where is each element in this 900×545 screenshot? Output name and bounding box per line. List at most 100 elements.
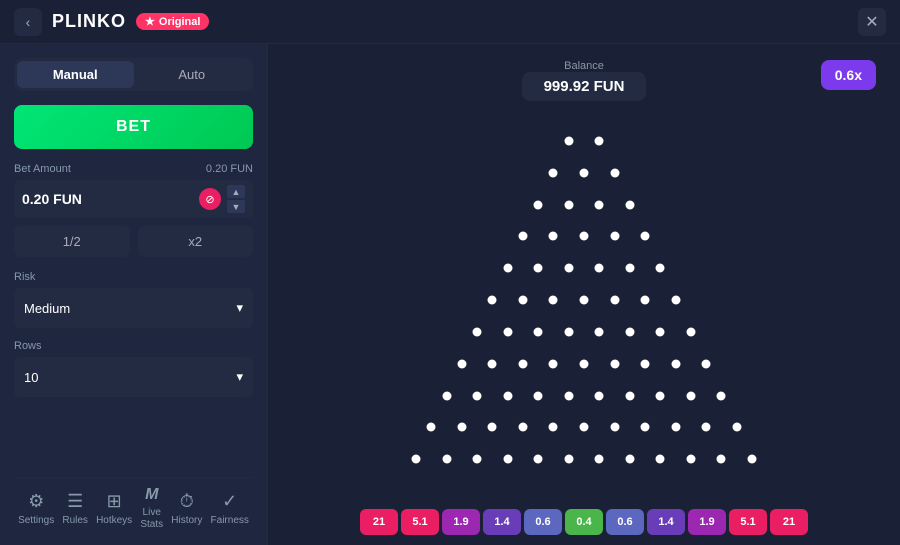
history-button[interactable]: ⏱ History	[171, 491, 202, 527]
settings-button[interactable]: ⚙ Settings	[18, 491, 54, 527]
peg	[503, 327, 512, 336]
peg	[518, 232, 527, 241]
bucket: 0.4	[565, 509, 603, 535]
peg	[702, 423, 711, 432]
live-stats-icon: M	[145, 486, 158, 504]
peg	[473, 455, 482, 464]
peg	[625, 391, 634, 400]
rows-label: Rows	[14, 340, 42, 352]
hotkeys-icon: ⊞	[107, 491, 122, 512]
peg	[412, 455, 421, 464]
bet-input-row: 0.20 FUN ⊘ ▲ ▼	[14, 180, 253, 218]
peg	[656, 391, 665, 400]
bet-button[interactable]: BET	[14, 105, 253, 149]
chevron-down-icon: ▾	[236, 300, 243, 316]
peg	[641, 232, 650, 241]
bucket: 0.6	[606, 509, 644, 535]
peg	[625, 264, 634, 273]
tab-auto[interactable]: Auto	[134, 61, 251, 88]
peg	[625, 455, 634, 464]
peg	[564, 327, 573, 336]
chevron-down-icon-rows: ▾	[236, 369, 243, 385]
history-label: History	[171, 515, 202, 527]
peg	[564, 136, 573, 145]
balance-label: Balance	[564, 60, 604, 72]
peg	[534, 391, 543, 400]
peg	[610, 232, 619, 241]
peg	[549, 168, 558, 177]
risk-select[interactable]: Medium ▾	[14, 288, 253, 328]
peg	[595, 136, 604, 145]
bet-input-value: 0.20 FUN	[22, 191, 199, 207]
double-button[interactable]: x2	[138, 226, 254, 257]
peg	[564, 391, 573, 400]
bottom-icons: ⚙ Settings ☰ Rules ⊞ Hotkeys M LiveStats…	[14, 477, 253, 531]
hotkeys-button[interactable]: ⊞ Hotkeys	[96, 491, 132, 527]
hotkeys-label: Hotkeys	[96, 515, 132, 527]
bet-amount-max: 0.20 FUN	[206, 163, 253, 175]
spin-buttons: ▲ ▼	[227, 184, 245, 214]
history-icon: ⏱	[180, 491, 194, 512]
peg	[580, 423, 589, 432]
peg	[595, 327, 604, 336]
peg	[610, 359, 619, 368]
bucket: 21	[360, 509, 398, 535]
bucket: 5.1	[401, 509, 439, 535]
rows-label-row: Rows	[14, 340, 253, 352]
bet-amount-label: Bet Amount	[14, 163, 71, 175]
header: ‹ PLINKO ★ Original ✕	[0, 0, 900, 44]
risk-value: Medium	[24, 301, 70, 316]
peg	[457, 423, 466, 432]
peg	[610, 296, 619, 305]
rules-button[interactable]: ☰ Rules	[62, 491, 88, 527]
bucket: 0.6	[524, 509, 562, 535]
peg	[671, 359, 680, 368]
peg	[641, 423, 650, 432]
bucket: 21	[770, 509, 808, 535]
peg	[656, 327, 665, 336]
rows-value: 10	[24, 370, 38, 385]
peg	[534, 264, 543, 273]
settings-icon: ⚙	[28, 491, 44, 512]
peg	[549, 359, 558, 368]
balance-box: Balance 999.92 FUN	[522, 60, 647, 101]
peg	[442, 455, 451, 464]
peg	[564, 455, 573, 464]
bucket: 1.9	[442, 509, 480, 535]
spin-down-button[interactable]: ▼	[227, 200, 245, 213]
fairness-button[interactable]: ✓ Fairness	[211, 491, 249, 527]
settings-label: Settings	[18, 515, 54, 527]
close-button[interactable]: ✕	[858, 8, 886, 36]
bet-amount-label-row: Bet Amount 0.20 FUN	[14, 163, 253, 175]
peg	[641, 296, 650, 305]
peg	[503, 391, 512, 400]
peg	[595, 455, 604, 464]
peg	[656, 264, 665, 273]
bucket: 1.4	[647, 509, 685, 535]
balance-value: 999.92 FUN	[522, 72, 647, 101]
half-button[interactable]: 1/2	[14, 226, 130, 257]
live-stats-button[interactable]: M LiveStats	[140, 486, 163, 531]
peg	[580, 232, 589, 241]
peg	[473, 391, 482, 400]
pegs-area	[344, 109, 824, 491]
peg	[503, 264, 512, 273]
rules-icon: ☰	[67, 491, 83, 512]
star-icon: ★	[145, 15, 155, 28]
peg	[488, 359, 497, 368]
peg	[442, 391, 451, 400]
risk-label: Risk	[14, 271, 35, 283]
back-button[interactable]: ‹	[14, 8, 42, 36]
peg	[595, 200, 604, 209]
tab-manual[interactable]: Manual	[17, 61, 134, 88]
peg	[656, 455, 665, 464]
rows-select[interactable]: 10 ▾	[14, 357, 253, 397]
fairness-icon: ✓	[222, 491, 237, 512]
bucket: 1.9	[688, 509, 726, 535]
peg	[473, 327, 482, 336]
peg	[610, 168, 619, 177]
plinko-board: 215.11.91.40.60.40.61.41.95.121	[344, 109, 824, 545]
spin-up-button[interactable]: ▲	[227, 185, 245, 198]
peg	[625, 200, 634, 209]
peg	[595, 391, 604, 400]
